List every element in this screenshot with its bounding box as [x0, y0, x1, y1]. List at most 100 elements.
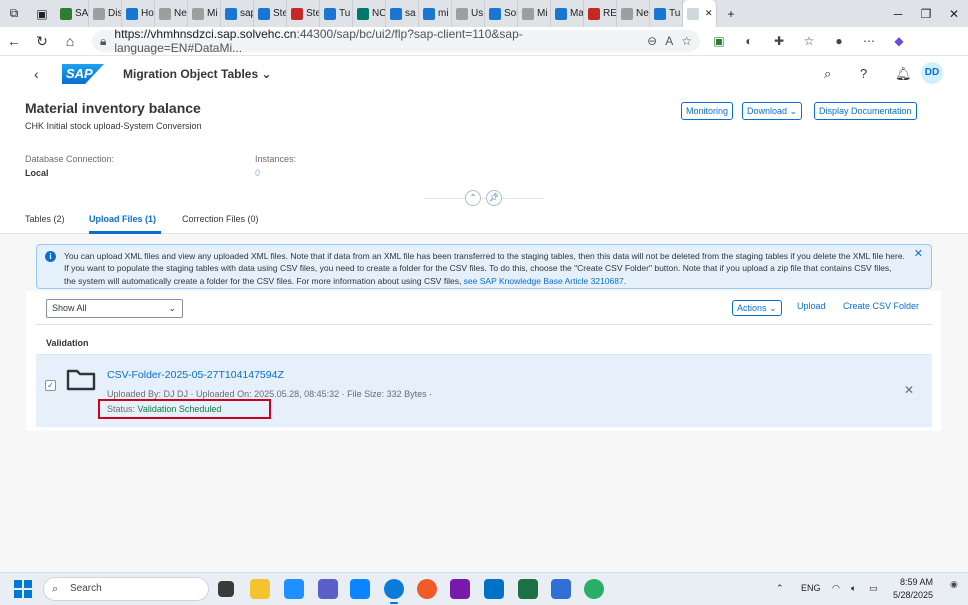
browser-tab[interactable]: ✕ — [683, 0, 717, 27]
copilot-icon[interactable]: ◆ — [888, 34, 910, 48]
browser-tab[interactable]: mi — [419, 0, 452, 27]
workspaces-icon[interactable]: ⧉ — [0, 6, 28, 21]
chevron-up-icon[interactable]: ⌃ — [776, 583, 784, 594]
tab-label: Ne — [636, 8, 649, 19]
browser-tab[interactable]: SA — [56, 0, 89, 27]
minimize-button[interactable]: ─ — [884, 7, 912, 21]
sap-logo[interactable]: SAP — [62, 64, 104, 84]
wechat-icon[interactable] — [584, 579, 604, 599]
sap-gui-icon[interactable] — [350, 579, 370, 599]
browser-tab[interactable]: sa — [386, 0, 419, 27]
browser-tab[interactable]: Ho — [122, 0, 155, 27]
performance-icon[interactable]: ◐ — [738, 34, 760, 48]
tab-label: Mi — [537, 8, 548, 19]
excel-icon[interactable] — [518, 579, 538, 599]
file-explorer-icon[interactable] — [250, 579, 270, 599]
zoom-icon[interactable]: ⊖ — [647, 34, 657, 48]
outlook-icon[interactable] — [484, 579, 504, 599]
tab-label: Us — [471, 8, 484, 19]
restore-button[interactable]: ❐ — [912, 7, 940, 21]
download-button[interactable]: Download ⌄ — [742, 102, 803, 120]
edge-browser-icon[interactable] — [384, 579, 404, 604]
item-checkbox[interactable]: ✓ — [45, 380, 56, 391]
browser-tab[interactable]: Ste — [254, 0, 287, 27]
volume-icon[interactable]: 🔈︎ — [851, 583, 856, 594]
browser-tab[interactable]: Tu — [650, 0, 683, 27]
notepad-icon[interactable] — [551, 579, 571, 599]
tab-label: sap — [240, 8, 253, 19]
tab-upload-files[interactable]: Upload Files (1) — [89, 214, 156, 224]
profile-icon[interactable]: ● — [828, 34, 850, 48]
browser-tab[interactable]: Dis — [89, 0, 122, 27]
browser-tab[interactable]: Mi — [188, 0, 221, 27]
actions-button[interactable]: Actions ⌄ — [732, 300, 782, 316]
notification-center-icon[interactable]: ◉ — [950, 579, 958, 590]
tab-label: Ne — [174, 8, 187, 19]
extensions-puzzle-icon[interactable]: ✚ — [768, 34, 790, 48]
input-language[interactable]: ENG — [801, 583, 821, 593]
notifications-bell-icon[interactable]: 🔔︎ — [895, 66, 912, 82]
browser-tab[interactable]: Mi — [518, 0, 551, 27]
close-icon[interactable]: ✕ — [914, 248, 923, 260]
close-tab-icon[interactable]: ✕ — [705, 8, 713, 19]
browser-tab[interactable]: sap — [221, 0, 254, 27]
app-icon[interactable] — [417, 579, 437, 599]
taskbar-search[interactable]: ⌕ Search — [43, 577, 209, 601]
app-title-menu[interactable]: Migration Object Tables ⌄ — [123, 67, 272, 81]
system-clock[interactable]: 8:59 AM 5/28/2025 — [893, 576, 933, 602]
user-avatar[interactable]: DD — [921, 62, 943, 84]
teams-icon[interactable] — [318, 579, 338, 599]
page-title: Material inventory balance — [25, 100, 201, 116]
url-field[interactable]: 🔒︎ https://vhmhnsdzci.sap.solvehc.cn:443… — [92, 27, 700, 55]
tab-favicon-icon — [456, 7, 468, 20]
tab-favicon-icon — [621, 7, 633, 20]
display-documentation-button[interactable]: Display Documentation — [814, 102, 917, 120]
search-icon[interactable]: ⌕ — [824, 66, 831, 82]
browser-tab[interactable]: Sol — [485, 0, 518, 27]
tab-actions-icon[interactable]: ▣ — [28, 7, 56, 21]
browser-tab[interactable]: Us — [452, 0, 485, 27]
tab-label: Sol — [504, 8, 518, 19]
extension-icon[interactable]: ▣ — [708, 34, 730, 48]
tab-label: SA — [75, 8, 89, 19]
windows-start-icon[interactable] — [14, 580, 32, 598]
collapse-header-icon[interactable]: ⌃ — [465, 190, 481, 206]
favorites-icon[interactable]: ☆ — [798, 34, 820, 48]
tab-favicon-icon — [126, 7, 138, 20]
browser-tab[interactable]: Ne — [155, 0, 188, 27]
address-bar: ← ↻ ⌂ 🔒︎ https://vhmhnsdzci.sap.solvehc.… — [0, 27, 968, 56]
file-name-link[interactable]: CSV-Folder-2025-05-27T104147594Z — [107, 369, 284, 381]
browser-tab[interactable]: NC — [353, 0, 386, 27]
task-view-icon[interactable] — [218, 581, 234, 597]
onenote-icon[interactable] — [450, 579, 470, 599]
favorite-star-icon[interactable]: ☆ — [681, 34, 692, 48]
tab-tables[interactable]: Tables (2) — [25, 214, 65, 224]
browser-tab[interactable]: RE — [584, 0, 617, 27]
battery-icon[interactable]: ▭ — [869, 583, 878, 594]
refresh-icon[interactable]: ↻ — [28, 33, 56, 50]
instances-value[interactable]: 0 — [255, 168, 260, 178]
upload-button[interactable]: Upload — [797, 301, 826, 311]
delete-icon[interactable]: ✕ — [904, 383, 914, 397]
tab-correction-files[interactable]: Correction Files (0) — [182, 214, 259, 224]
home-icon[interactable]: ⌂ — [56, 33, 84, 49]
help-icon[interactable]: ? — [860, 66, 867, 81]
wifi-icon[interactable]: ◠ — [832, 583, 840, 594]
browser-tab[interactable]: Tu — [320, 0, 353, 27]
photos-icon[interactable] — [284, 579, 304, 599]
browser-tab[interactable]: Ne — [617, 0, 650, 27]
tab-label: Tu — [339, 8, 351, 19]
close-window-button[interactable]: ✕ — [940, 7, 968, 21]
read-aloud-icon[interactable]: A — [665, 34, 673, 48]
new-tab-button[interactable]: + — [717, 7, 745, 21]
monitoring-button[interactable]: Monitoring — [681, 102, 734, 120]
more-menu-icon[interactable]: ⋯ — [858, 34, 880, 48]
filter-select[interactable]: Show All ⌄ — [46, 299, 183, 318]
pin-header-icon[interactable]: 📌︎ — [486, 190, 502, 206]
create-csv-folder-button[interactable]: Create CSV Folder — [843, 301, 919, 311]
kb-article-link[interactable]: see SAP Knowledge Base Article 3210687 — [464, 276, 624, 286]
browser-tab[interactable]: Ste — [287, 0, 320, 27]
browser-tab[interactable]: Ma — [551, 0, 584, 27]
back-icon[interactable]: ← — [0, 33, 28, 49]
shell-back-icon[interactable]: ‹ — [34, 66, 39, 82]
